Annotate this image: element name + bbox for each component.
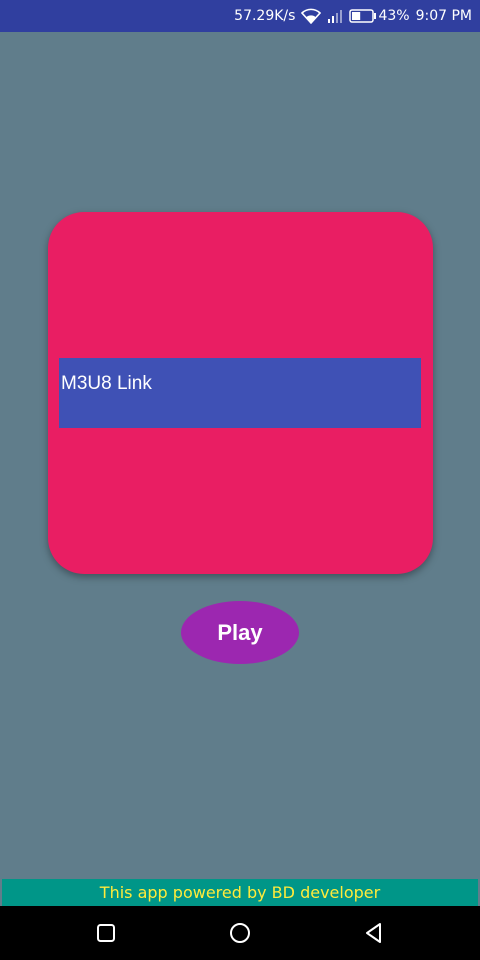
home-icon <box>230 923 250 943</box>
m3u8-link-input[interactable] <box>59 358 421 428</box>
status-bar: 57.29K/s 43% 9:07 PM <box>0 0 480 32</box>
play-button[interactable]: Play <box>181 601 299 664</box>
back-button[interactable] <box>344 906 404 960</box>
battery-percent: 43% <box>378 8 410 24</box>
navigation-bar <box>0 906 480 960</box>
footer-text: This app powered by BD developer <box>99 883 381 902</box>
footer-banner: This app powered by BD developer <box>2 879 478 906</box>
battery-icon <box>349 9 377 23</box>
link-card <box>48 212 433 574</box>
wifi-icon <box>301 8 322 24</box>
clock: 9:07 PM <box>415 8 472 24</box>
back-icon <box>366 923 381 943</box>
network-speed: 57.29K/s <box>234 8 296 24</box>
recent-apps-button[interactable] <box>76 906 136 960</box>
home-button[interactable] <box>210 906 270 960</box>
recent-apps-icon <box>97 924 115 942</box>
signal-icon <box>327 9 343 23</box>
